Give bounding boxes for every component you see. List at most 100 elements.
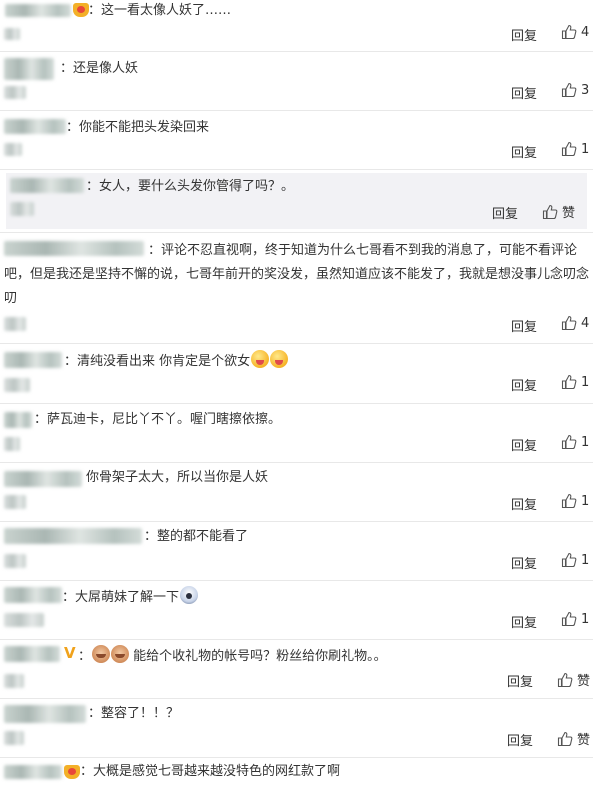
thumbs-up-icon bbox=[561, 552, 577, 568]
comment-text-container: ： 能给个收礼物的帐号吗？粉丝给你刷礼物。。 bbox=[78, 645, 387, 667]
like-button[interactable]: 1 bbox=[561, 611, 589, 627]
reply-button[interactable]: 回复 bbox=[507, 671, 533, 690]
comment-item: 你骨架子太大，所以当你是人妖 回复 1 bbox=[0, 463, 593, 522]
sub-comment-item: ：女人，要什么头发你管得了吗？。 回复 赞 bbox=[0, 170, 593, 233]
timestamp-blurred bbox=[10, 202, 34, 216]
like-button[interactable]: 赞 bbox=[557, 729, 590, 748]
timestamp-blurred bbox=[4, 317, 26, 331]
like-button[interactable]: 赞 bbox=[542, 202, 575, 221]
comment-item: ：你能不能把头发染回来 回复 1 bbox=[0, 111, 593, 170]
timestamp-blurred bbox=[4, 495, 26, 509]
comment-text: ：你能不能把头发染回来 bbox=[66, 120, 210, 135]
vip-crown-badge-icon bbox=[64, 765, 80, 779]
like-button[interactable]: 1 bbox=[561, 493, 589, 509]
avatar-username-blurred[interactable] bbox=[10, 178, 84, 193]
vip-crown-badge-icon bbox=[73, 3, 89, 17]
reply-button[interactable]: 回复 bbox=[511, 435, 537, 454]
reply-button[interactable]: 回复 bbox=[507, 730, 533, 749]
avatar-username-blurred[interactable] bbox=[4, 528, 142, 544]
comment-text-container: ：清纯没看出来 你肯定是个欲女 bbox=[64, 350, 289, 372]
cry-emoji-icon bbox=[180, 586, 199, 604]
thumbs-up-icon bbox=[557, 731, 573, 746]
comment-item: ：清纯没看出来 你肯定是个欲女 回复 1 bbox=[0, 344, 593, 404]
like-count: 1 bbox=[581, 552, 590, 568]
avatar-username-blurred[interactable] bbox=[4, 352, 62, 368]
like-count: 3 bbox=[581, 82, 590, 98]
comment-item: ：大屌萌妹了解一下 回复 1 bbox=[0, 581, 593, 640]
comment-text: ：评论不忍直视啊，终于知道为什么七哥看不到我的消息了，可能不看评论吧，但是我还是… bbox=[4, 243, 590, 306]
comment-text-2: 能给个收礼物的帐号吗？粉丝给你刷礼物。。 bbox=[133, 649, 387, 664]
timestamp-blurred bbox=[4, 437, 20, 451]
like-count: 4 bbox=[581, 24, 590, 40]
reply-button[interactable]: 回复 bbox=[511, 83, 537, 102]
reply-button[interactable]: 回复 bbox=[511, 316, 537, 335]
like-count: 4 bbox=[581, 315, 590, 331]
timestamp-blurred bbox=[4, 613, 44, 627]
reply-button[interactable]: 回复 bbox=[511, 25, 537, 44]
reply-button[interactable]: 回复 bbox=[511, 612, 537, 631]
comment-item: ：整的都不能看了 回复 1 bbox=[0, 522, 593, 581]
avatar-username-blurred[interactable] bbox=[4, 705, 86, 723]
avatar-username-blurred[interactable] bbox=[4, 119, 66, 134]
timestamp-blurred bbox=[4, 674, 24, 688]
timestamp-blurred bbox=[4, 86, 26, 99]
like-count: 1 bbox=[581, 611, 590, 627]
like-button[interactable]: 4 bbox=[561, 315, 589, 331]
like-button[interactable]: 赞 bbox=[557, 670, 590, 689]
avatar-username-blurred[interactable] bbox=[4, 646, 60, 662]
timestamp-blurred bbox=[4, 731, 24, 745]
thumbs-up-icon bbox=[561, 24, 577, 40]
thumbs-up-icon bbox=[561, 141, 577, 157]
avatar-username-blurred[interactable] bbox=[4, 765, 62, 779]
comment-text: ： bbox=[78, 649, 92, 664]
comment-text: ：大屌萌妹了解一下 bbox=[62, 590, 180, 605]
comment-item: V ： 能给个收礼物的帐号吗？粉丝给你刷礼物。。 回复 赞 bbox=[0, 640, 593, 699]
thumbs-up-icon bbox=[557, 672, 573, 687]
comment-text: ：萨瓦迪卡，尼比丫不丫。喔门瞎擦依擦。 bbox=[34, 412, 282, 427]
like-label: 赞 bbox=[577, 674, 591, 689]
avatar-username-blurred[interactable] bbox=[4, 587, 62, 603]
tongue-emoji-icon bbox=[270, 350, 289, 368]
thumbs-up-icon bbox=[542, 204, 558, 219]
thumbs-up-icon bbox=[561, 611, 577, 627]
like-button[interactable]: 4 bbox=[561, 24, 589, 40]
comment-text: ：整的都不能看了 bbox=[144, 529, 249, 544]
monkey-emoji-icon bbox=[92, 645, 111, 663]
reply-button[interactable]: 回复 bbox=[511, 142, 537, 161]
comment-text: ：还是像人妖 bbox=[60, 61, 139, 76]
comment-item: ：这一看太像人妖了…… 回复 4 bbox=[0, 0, 593, 52]
comment-text: 你骨架子太大，所以当你是人妖 bbox=[86, 470, 269, 485]
comment-item: ：评论不忍直视啊，终于知道为什么七哥看不到我的消息了，可能不看评论吧，但是我还是… bbox=[0, 233, 593, 344]
like-count: 1 bbox=[581, 493, 590, 509]
comment-text: ：女人，要什么头发你管得了吗？。 bbox=[86, 179, 295, 194]
like-count: 1 bbox=[581, 374, 590, 390]
avatar-username-blurred[interactable] bbox=[4, 58, 54, 80]
thumbs-up-icon bbox=[561, 315, 577, 331]
comment-text: ：这一看太像人妖了…… bbox=[88, 3, 232, 18]
reply-button[interactable]: 回复 bbox=[511, 553, 537, 572]
timestamp-blurred bbox=[4, 143, 22, 156]
reply-button[interactable]: 回复 bbox=[511, 375, 537, 394]
tongue-emoji-icon bbox=[251, 350, 270, 368]
reply-button[interactable]: 回复 bbox=[511, 494, 537, 513]
like-button[interactable]: 1 bbox=[561, 141, 589, 157]
username-blurred[interactable] bbox=[5, 4, 71, 17]
like-button[interactable]: 1 bbox=[561, 374, 589, 390]
comment-text: ：清纯没看出来 你肯定是个欲女 bbox=[64, 354, 251, 369]
verified-v-badge-icon: V bbox=[64, 644, 76, 662]
avatar-username-blurred[interactable] bbox=[4, 471, 82, 487]
reply-button[interactable]: 回复 bbox=[492, 203, 518, 222]
like-button[interactable]: 3 bbox=[561, 82, 589, 98]
like-label: 赞 bbox=[562, 206, 576, 221]
like-button[interactable]: 1 bbox=[561, 434, 589, 450]
avatar-username-blurred[interactable] bbox=[4, 412, 32, 428]
thumbs-up-icon bbox=[561, 434, 577, 450]
thumbs-up-icon bbox=[561, 493, 577, 509]
comment-item: ：大概是感觉七哥越来越没特色的网红款了啊 bbox=[0, 758, 593, 788]
thumbs-up-icon bbox=[561, 374, 577, 390]
timestamp-blurred bbox=[4, 28, 20, 40]
timestamp-blurred bbox=[4, 378, 30, 392]
like-button[interactable]: 1 bbox=[561, 552, 589, 568]
thumbs-up-icon bbox=[561, 82, 577, 98]
like-count: 1 bbox=[581, 434, 590, 450]
